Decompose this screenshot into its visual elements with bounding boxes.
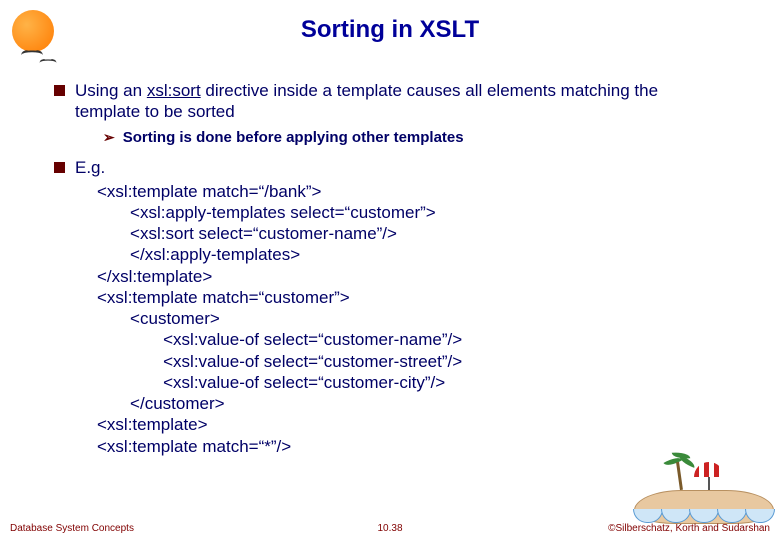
code-line: <xsl:sort select=“customer-name”/>	[97, 223, 726, 244]
square-bullet-icon	[54, 162, 65, 173]
island-decoration	[634, 460, 774, 524]
footer-left: Database System Concepts	[10, 523, 134, 534]
slide-number: 10.38	[377, 523, 402, 534]
code-line: <xsl:apply-templates select=“customer”>	[97, 202, 726, 223]
slide-title: Sorting in XSLT	[0, 0, 780, 44]
square-bullet-icon	[54, 85, 65, 96]
sub-bullet-item: ➢ Sorting is done before applying other …	[103, 129, 726, 148]
bird-icon	[41, 59, 55, 65]
slide-footer: Database System Concepts 10.38 ©Silbersc…	[0, 523, 780, 534]
island-shape	[634, 490, 774, 524]
bullet-text: Using an xsl:sort directive inside a tem…	[75, 80, 726, 147]
bird-icon	[23, 50, 41, 57]
code-line: </xsl:apply-templates>	[97, 244, 726, 265]
code-line: <xsl:value-of select=“customer-name”/>	[97, 329, 726, 350]
code-line: <xsl:template match=“/bank”>	[97, 181, 726, 202]
code-line: <xsl:template match=“*”/>	[97, 436, 726, 457]
sub-bullet-text: Sorting is done before applying other te…	[123, 129, 464, 148]
code-line: <xsl:template match=“customer”>	[97, 287, 726, 308]
bullet-text: E.g. <xsl:template match=“/bank”> <xsl:a…	[75, 157, 726, 457]
underlined-text: xsl:sort	[147, 81, 201, 100]
slide-content: Using an xsl:sort directive inside a tem…	[0, 44, 780, 457]
code-line: <customer>	[97, 308, 726, 329]
umbrella-icon	[708, 466, 710, 492]
text-fragment: Using an	[75, 81, 147, 100]
bullet-item: Using an xsl:sort directive inside a tem…	[54, 80, 726, 147]
code-line: <xsl:template>	[97, 414, 726, 435]
code-line: </xsl:template>	[97, 266, 726, 287]
code-line: <xsl:value-of select=“customer-city”/>	[97, 372, 726, 393]
code-line: </customer>	[97, 393, 726, 414]
sun-decoration	[8, 8, 58, 58]
code-line: <xsl:value-of select=“customer-street”/>	[97, 351, 726, 372]
palm-tree-icon	[678, 462, 681, 490]
code-block: <xsl:template match=“/bank”> <xsl:apply-…	[97, 181, 726, 457]
example-label: E.g.	[75, 157, 726, 178]
arrow-bullet-icon: ➢	[103, 129, 115, 148]
sun-icon	[12, 10, 54, 52]
footer-right: ©Silberschatz, Korth and Sudarshan	[608, 523, 770, 534]
bullet-item: E.g. <xsl:template match=“/bank”> <xsl:a…	[54, 157, 726, 457]
